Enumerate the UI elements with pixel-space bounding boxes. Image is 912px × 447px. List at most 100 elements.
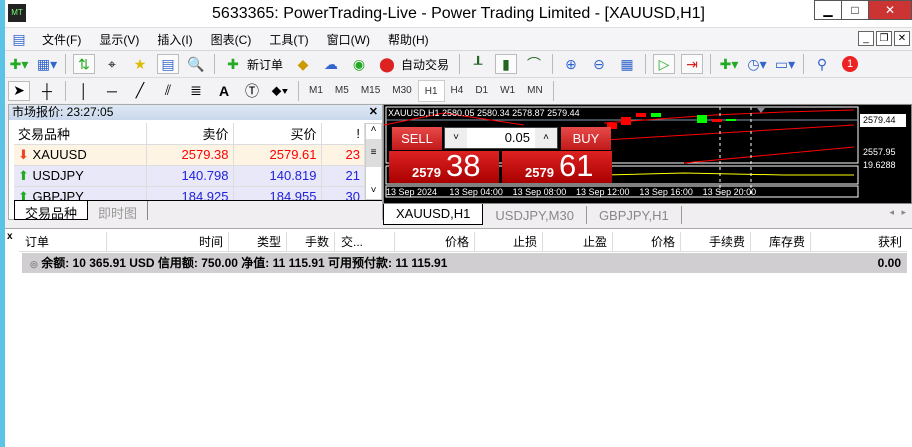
notifications-icon[interactable]: 1 bbox=[839, 54, 861, 74]
col-symbol[interactable]: 交... bbox=[335, 232, 395, 251]
auto-trading-icon[interactable]: ⬤ bbox=[376, 54, 398, 74]
tab-tick-chart[interactable]: 即时图 bbox=[88, 201, 149, 221]
col-ask[interactable]: 买价 bbox=[233, 123, 322, 145]
periods-icon[interactable]: ◷▾ bbox=[746, 54, 768, 74]
horizontal-line-icon[interactable]: ─ bbox=[101, 81, 123, 101]
zoom-in-icon[interactable]: ⊕ bbox=[560, 54, 582, 74]
close-button[interactable]: ✕ bbox=[868, 0, 912, 20]
lot-size-field: ˅ 0.05 ˄ bbox=[444, 127, 558, 149]
timeframe-mn[interactable]: MN bbox=[521, 80, 549, 102]
menu-help[interactable]: 帮助(H) bbox=[379, 31, 438, 48]
col-sl[interactable]: 止损 bbox=[475, 232, 543, 251]
text-label-icon[interactable]: Ⓣ bbox=[241, 81, 263, 101]
bar-chart-icon[interactable]: ┸ bbox=[467, 54, 489, 74]
table-row[interactable]: ⬆ USDJPY 140.798 140.819 21 bbox=[14, 165, 365, 187]
mdi-close-button[interactable]: ✕ bbox=[894, 31, 910, 46]
timeframe-m1[interactable]: M1 bbox=[303, 80, 329, 102]
cursor-icon[interactable]: ➤ bbox=[8, 80, 30, 101]
tile-windows-icon[interactable]: ▦ bbox=[616, 54, 638, 74]
line-chart-icon[interactable]: ⌒ bbox=[523, 54, 545, 74]
menu-file[interactable]: 文件(F) bbox=[33, 31, 90, 48]
time-label: 13 Sep 20:00 bbox=[702, 187, 757, 197]
menu-window[interactable]: 窗口(W) bbox=[318, 31, 379, 48]
tab-usdjpy-m30[interactable]: USDJPY,M30 bbox=[483, 206, 587, 224]
col-profit[interactable]: 获利 bbox=[811, 232, 907, 251]
search-icon[interactable]: ⚲ bbox=[811, 54, 833, 74]
menu-view[interactable]: 显示(V) bbox=[90, 31, 148, 48]
mdi-minimize-button[interactable]: _ bbox=[858, 31, 874, 46]
zoom-out-icon[interactable]: ⊖ bbox=[588, 54, 610, 74]
notification-badge: 1 bbox=[842, 56, 859, 72]
auto-trading-button[interactable]: 自动交易 bbox=[401, 56, 449, 73]
new-order-button[interactable]: 新订单 bbox=[247, 56, 283, 73]
col-price-current[interactable]: 价格 bbox=[613, 232, 681, 251]
col-order[interactable]: 订单 bbox=[19, 232, 107, 251]
menu-tools[interactable]: 工具(T) bbox=[260, 31, 317, 48]
chart-window-icon[interactable]: ▤ bbox=[8, 29, 30, 49]
timeframe-m30[interactable]: M30 bbox=[386, 80, 417, 102]
buy-price-button[interactable]: 2579 61 bbox=[502, 148, 612, 183]
timeframe-w1[interactable]: W1 bbox=[494, 80, 521, 102]
market-icon[interactable]: ◉ bbox=[348, 54, 370, 74]
navigator-icon[interactable]: ★ bbox=[129, 54, 151, 74]
close-icon[interactable]: ✕ bbox=[369, 105, 378, 120]
data-window-icon[interactable]: ⌖ bbox=[101, 54, 123, 74]
crosshair-icon[interactable]: ┼ bbox=[36, 81, 58, 101]
timeframe-d1[interactable]: D1 bbox=[469, 80, 494, 102]
auto-scroll-icon[interactable]: ▷ bbox=[653, 54, 676, 74]
timeframe-m15[interactable]: M15 bbox=[355, 80, 386, 102]
terminal-icon[interactable]: ▤ bbox=[157, 54, 179, 74]
tab-scroll-arrows[interactable]: ◂ ▸ bbox=[883, 204, 912, 225]
mdi-restore-button[interactable]: ❐ bbox=[876, 31, 892, 46]
vertical-line-icon[interactable]: │ bbox=[73, 81, 95, 101]
col-swap[interactable]: 库存费 bbox=[751, 232, 811, 251]
col-type[interactable]: 类型 bbox=[229, 232, 287, 251]
lot-decrease-button[interactable]: ˅ bbox=[445, 128, 467, 148]
profiles-icon[interactable]: ▦▾ bbox=[36, 54, 58, 74]
metaeditor-icon[interactable]: ◆ bbox=[292, 54, 314, 74]
minimize-button[interactable]: ▁ bbox=[814, 0, 842, 20]
signals-icon[interactable]: ☁ bbox=[320, 54, 342, 74]
col-bid[interactable]: 卖价 bbox=[146, 123, 234, 145]
sell-price-button[interactable]: 2579 38 bbox=[389, 148, 499, 183]
fibonacci-icon[interactable]: ≣ bbox=[185, 81, 207, 101]
equidistant-channel-icon[interactable]: ⫽ bbox=[157, 81, 179, 101]
col-lots[interactable]: 手数 bbox=[287, 232, 335, 251]
candlestick-icon[interactable]: ▮ bbox=[495, 54, 518, 74]
text-icon[interactable]: A bbox=[213, 81, 235, 101]
lot-size-input[interactable]: 0.05 bbox=[467, 128, 535, 148]
timeframe-m5[interactable]: M5 bbox=[329, 80, 355, 102]
arrows-icon[interactable]: ⬥▾ bbox=[269, 81, 291, 101]
col-commission[interactable]: 手续费 bbox=[681, 232, 751, 251]
spread: 21 bbox=[321, 165, 365, 187]
buy-button[interactable]: BUY bbox=[561, 127, 611, 150]
menu-insert[interactable]: 插入(I) bbox=[148, 31, 201, 48]
sell-button[interactable]: SELL bbox=[392, 127, 442, 150]
menu-charts[interactable]: 图表(C) bbox=[202, 31, 261, 48]
col-time[interactable]: 时间 bbox=[107, 232, 229, 251]
new-chart-icon[interactable]: ✚▾ bbox=[8, 54, 30, 74]
lot-increase-button[interactable]: ˄ bbox=[535, 128, 557, 148]
vertical-scrollbar[interactable]: ˄ ≡ ˅ bbox=[365, 123, 382, 200]
col-tp[interactable]: 止盈 bbox=[543, 232, 613, 251]
indicators-icon[interactable]: ✚▾ bbox=[718, 54, 740, 74]
timeframe-h4[interactable]: H4 bbox=[445, 80, 470, 102]
tab-gbpjpy-h1[interactable]: GBPJPY,H1 bbox=[587, 206, 682, 224]
tab-symbols[interactable]: 交易品种 bbox=[14, 201, 89, 221]
table-row[interactable]: ⬇ XAUUSD 2579.38 2579.61 23 bbox=[14, 144, 365, 166]
timeframe-h1[interactable]: H1 bbox=[417, 79, 445, 102]
market-watch-icon[interactable]: ⇅ bbox=[73, 54, 95, 74]
col-symbol[interactable]: 交易品种 bbox=[14, 123, 147, 145]
tab-xauusd-h1[interactable]: XAUUSD,H1 bbox=[383, 204, 484, 225]
one-click-trading-panel: SELL ˅ 0.05 ˄ BUY 2579 38 2579 61 bbox=[388, 127, 616, 183]
close-icon[interactable]: x bbox=[7, 231, 13, 242]
templates-icon[interactable]: ▭▾ bbox=[774, 54, 796, 74]
maximize-button[interactable]: □ bbox=[841, 0, 869, 20]
trendline-icon[interactable]: ╱ bbox=[129, 81, 151, 101]
buy-price-pips: 61 bbox=[559, 148, 594, 183]
new-order-icon[interactable]: ✚ bbox=[222, 54, 244, 74]
col-spread[interactable]: ! bbox=[321, 123, 365, 145]
strategy-tester-icon[interactable]: 🔍 bbox=[185, 54, 207, 74]
col-price[interactable]: 价格 bbox=[395, 232, 475, 251]
chart-shift-icon[interactable]: ⇥ bbox=[681, 54, 704, 74]
